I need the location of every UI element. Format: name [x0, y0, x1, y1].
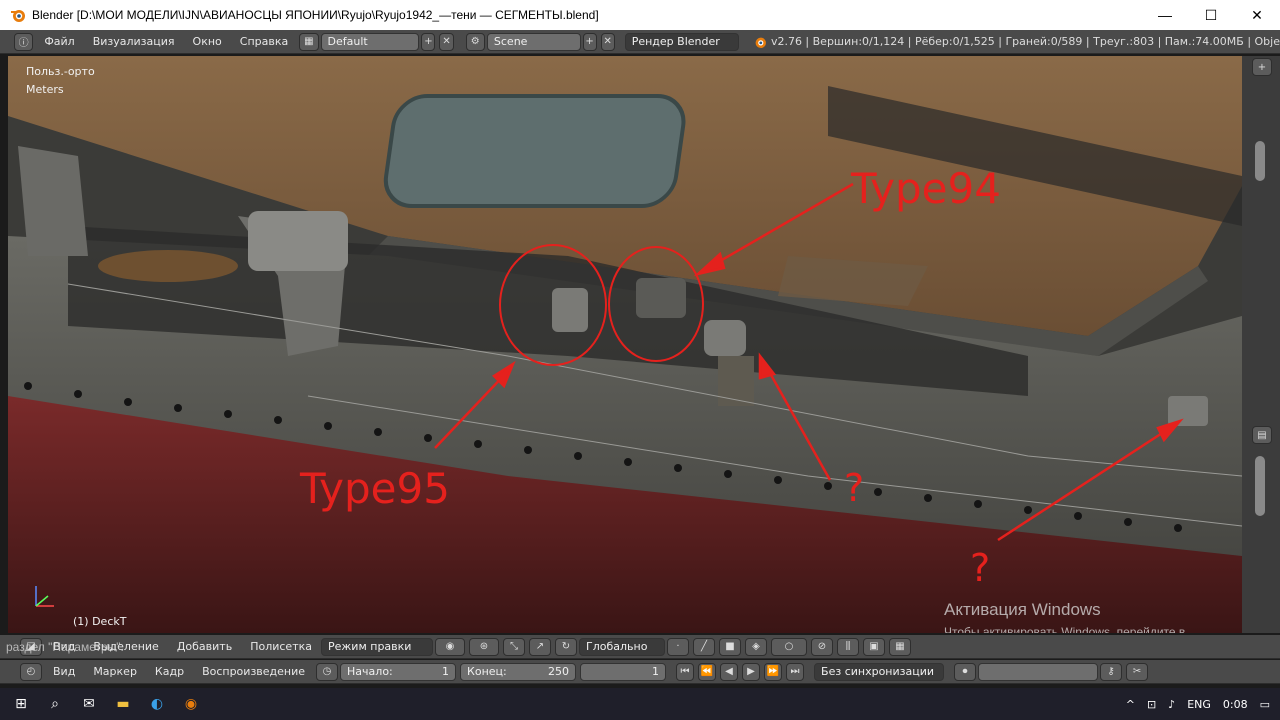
translate-icon[interactable]: ↗ — [529, 637, 551, 656]
timeline-editor-type-icon[interactable]: ◴ — [20, 662, 42, 681]
activation-line2: раздел "Параметры". — [6, 639, 124, 654]
add-menu[interactable]: Добавить — [168, 640, 241, 653]
edge-browser-icon[interactable]: ◐ — [140, 688, 174, 720]
blender-taskbar-icon[interactable]: ◉ — [174, 688, 208, 720]
scene-icon[interactable]: ⚙ — [465, 32, 485, 51]
rotate-icon[interactable]: ↻ — [555, 637, 577, 656]
tray-chevron-icon[interactable]: ^ — [1126, 698, 1135, 711]
blender-version-icon — [755, 37, 767, 48]
layers-icon[interactable]: ▦ — [889, 637, 911, 656]
volume-icon[interactable]: ♪ — [1168, 698, 1175, 711]
end-frame-field[interactable]: Конец: 250 — [460, 662, 577, 681]
activation-line1: Чтобы активировать Windows, перейдите в — [944, 625, 1186, 633]
orientation-select[interactable]: Глобально — [579, 637, 665, 656]
render-preview-icon[interactable]: ▣ — [863, 637, 885, 656]
activation-title: Активация Windows — [944, 600, 1101, 619]
network-icon[interactable]: ⊡ — [1147, 698, 1156, 711]
sync-mode-select[interactable]: Без синхронизации — [814, 662, 945, 681]
scene-remove-icon[interactable]: ✕ — [600, 32, 615, 51]
pivot-icon[interactable]: ⊛ — [469, 637, 499, 656]
delete-keyframe-icon[interactable]: ✂ — [1126, 662, 1149, 681]
type94-annotation: Type94 — [851, 164, 1001, 213]
question-annotation-1: ? — [844, 466, 865, 510]
language-indicator[interactable]: ENG — [1187, 698, 1211, 711]
scene-stats: v2.76 | Вершин:0/1,124 | Рёбер:0/1,525 |… — [770, 35, 1280, 48]
screen-layout-icon[interactable]: ▦ — [299, 32, 319, 51]
right-side-panel: + ▤ — [1242, 56, 1280, 633]
ship-model-render — [8, 56, 1242, 633]
menu-window[interactable]: Окно — [184, 35, 231, 48]
units-label: Meters — [26, 83, 64, 96]
windows-start-icon[interactable]: ⊞ — [4, 688, 38, 720]
properties-scrollbar[interactable] — [1255, 456, 1265, 516]
start-frame-label: Начало: — [347, 665, 393, 678]
jump-end-icon[interactable]: ⏭ — [786, 662, 805, 681]
record-icon[interactable]: ⏺ — [954, 662, 977, 681]
mesh-menu[interactable]: Полисетка — [241, 640, 321, 653]
mail-icon[interactable]: ✉ — [72, 688, 106, 720]
preview-range-icon[interactable]: ◷ — [316, 662, 339, 681]
3d-view-header: ◪ Вид Выделение Добавить Полисетка Режим… — [0, 635, 1280, 659]
system-tray: ^ ⊡ ♪ ENG 0:08 ▭ — [1126, 698, 1280, 711]
timeline-view-menu[interactable]: Вид — [44, 665, 84, 678]
play-icon[interactable]: ▶ — [742, 662, 761, 681]
current-frame-field[interactable]: 1 — [580, 662, 667, 681]
view-name-label: Польз.-орто — [26, 65, 95, 78]
screen-layout-field[interactable]: Default — [320, 32, 420, 51]
jump-keyframe-forward-icon[interactable]: ⏩ — [764, 662, 783, 681]
outliner-toggle-icon[interactable]: + — [1252, 58, 1272, 76]
vertex-select-icon[interactable]: · — [667, 637, 689, 656]
jump-start-icon[interactable]: ⏮ — [676, 662, 695, 681]
info-editor-type-icon[interactable]: ⓘ — [14, 32, 34, 51]
scene-field[interactable]: Scene — [486, 32, 581, 51]
snap-icon[interactable]: ⊘ — [811, 637, 833, 656]
info-header: ⓘ Файл Визуализация Окно Справка ▦ Defau… — [0, 30, 1280, 54]
proportional-edit-icon[interactable]: ○ — [771, 637, 807, 656]
jump-keyframe-back-icon[interactable]: ⏪ — [698, 662, 717, 681]
file-explorer-icon[interactable]: ▬ — [106, 688, 140, 720]
end-frame-value: 250 — [548, 665, 570, 678]
active-object-label: (1) DeckT — [73, 615, 127, 628]
render-engine-select[interactable]: Рендер Blender — [624, 32, 740, 51]
insert-keyframe-icon[interactable]: ⚷ — [1100, 662, 1123, 681]
windows-taskbar: ⊞ ⌕ ✉ ▬ ◐ ◉ ^ ⊡ ♪ ENG 0:08 ▭ — [0, 688, 1280, 720]
end-frame-label: Конец: — [467, 665, 507, 678]
window-title: Blender [D:\МОИ МОДЕЛИ\IJN\АВИАНОСЦЫ ЯПО… — [32, 8, 599, 22]
search-icon[interactable]: ⌕ — [38, 688, 72, 720]
menu-render[interactable]: Визуализация — [84, 35, 184, 48]
outliner-scrollbar[interactable] — [1255, 141, 1265, 181]
3d-viewport[interactable]: Польз.-орто Meters (1) DeckT Type94 Type… — [8, 56, 1242, 633]
mode-select[interactable]: Режим правки — [321, 637, 433, 656]
manipulator-icon[interactable]: ⤡ — [503, 637, 525, 656]
frame-menu[interactable]: Кадр — [146, 665, 193, 678]
properties-editor-icon[interactable]: ▤ — [1252, 426, 1272, 444]
screen-remove-icon[interactable]: ✕ — [439, 32, 454, 51]
menu-file[interactable]: Файл — [35, 35, 83, 48]
clock[interactable]: 0:08 — [1223, 698, 1248, 711]
minimize-button[interactable]: — — [1142, 0, 1188, 30]
screen-add-icon[interactable]: + — [421, 32, 436, 51]
notifications-icon[interactable]: ▭ — [1260, 698, 1270, 711]
window-titlebar: Blender [D:\МОИ МОДЕЛИ\IJN\АВИАНОСЦЫ ЯПО… — [0, 0, 1280, 30]
question-annotation-2: ? — [970, 546, 991, 590]
playback-menu[interactable]: Воспроизведение — [193, 665, 314, 678]
start-frame-value: 1 — [442, 665, 450, 678]
blender-logo-icon — [11, 10, 25, 22]
close-button[interactable]: ✕ — [1234, 0, 1280, 30]
face-select-icon[interactable]: ■ — [719, 637, 741, 656]
play-reverse-icon[interactable]: ◀ — [720, 662, 739, 681]
type95-annotation: Type95 — [300, 464, 450, 513]
shading-icon[interactable]: ◉ — [435, 637, 465, 656]
keying-set-field[interactable] — [978, 662, 1099, 681]
marker-menu[interactable]: Маркер — [84, 665, 146, 678]
maximize-button[interactable]: ☐ — [1188, 0, 1234, 30]
limit-selection-icon[interactable]: ◈ — [745, 637, 767, 656]
scene-add-icon[interactable]: + — [582, 32, 597, 51]
menu-help[interactable]: Справка — [231, 35, 297, 48]
snap-element-icon[interactable]: ⫼ — [837, 637, 859, 656]
timeline-header: ◴ Вид Маркер Кадр Воспроизведение ◷ Нача… — [0, 660, 1280, 684]
edge-select-icon[interactable]: ╱ — [693, 637, 715, 656]
start-frame-field[interactable]: Начало: 1 — [340, 662, 457, 681]
